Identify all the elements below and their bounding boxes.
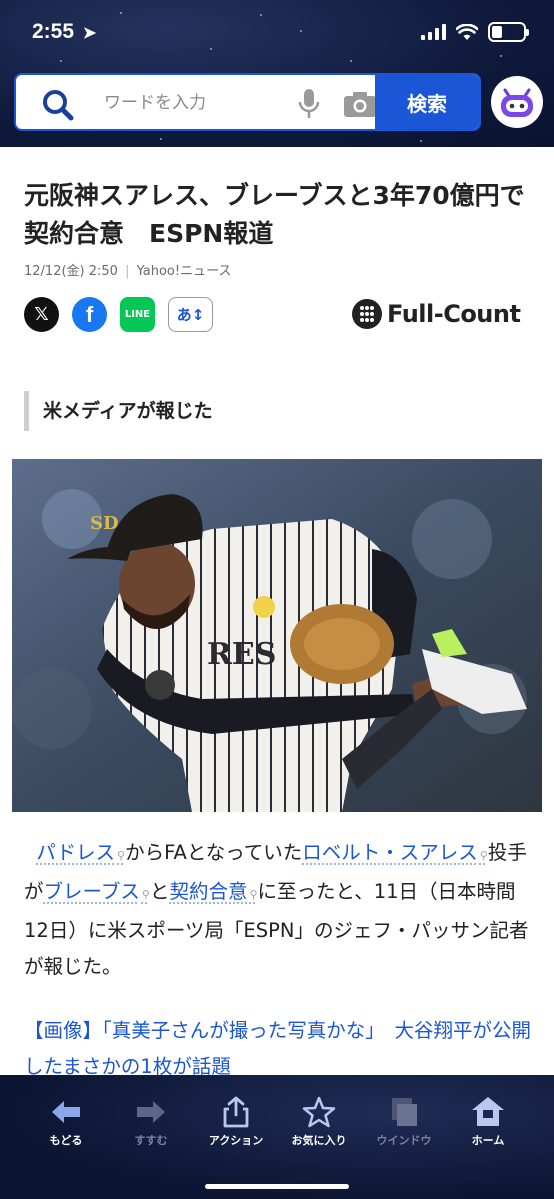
action-button[interactable]: アクション	[196, 1095, 276, 1148]
share-x-button[interactable]: 𝕏	[24, 297, 59, 332]
back-arrow-icon	[52, 1101, 80, 1123]
signal-icon	[421, 24, 446, 40]
action-label: アクション	[208, 1134, 264, 1147]
window-button[interactable]: ウインドウ	[364, 1095, 444, 1148]
microphone-icon[interactable]	[294, 87, 324, 121]
bottom-toolbar: もどる すすむ アクション お気に入り ウインドウ ホーム	[0, 1075, 554, 1199]
star-icon	[302, 1096, 336, 1128]
search-button[interactable]: 検索	[375, 75, 479, 129]
windows-icon	[392, 1098, 417, 1126]
status-time: 2:55 ➤	[32, 20, 97, 43]
article: 元阪神スアレス、ブレーブスと3年70億円で契約合意 ESPN報道 12/12(金…	[0, 147, 554, 1075]
camera-icon[interactable]	[342, 89, 378, 119]
article-body: パドレスからFAとなっていたロベルト・スアレス投手がブレーブスと契約合意に至った…	[24, 835, 534, 985]
favorites-label: お気に入り	[291, 1134, 347, 1147]
assistant-mascot-icon[interactable]	[491, 76, 543, 128]
share-buttons: 𝕏 f LINE あ↕	[24, 297, 213, 332]
full-count-logo-icon	[352, 299, 382, 329]
home-button[interactable]: ホーム	[448, 1095, 528, 1148]
back-label: もどる	[49, 1134, 83, 1147]
article-photo[interactable]: SD RES	[12, 459, 542, 812]
home-label: ホーム	[471, 1134, 505, 1147]
share-facebook-button[interactable]: f	[72, 297, 107, 332]
keyword-link[interactable]: ブレーブス	[44, 880, 150, 903]
svg-text:RES: RES	[207, 637, 276, 672]
article-headline: 元阪神スアレス、ブレーブスと3年70億円で契約合意 ESPN報道	[24, 181, 525, 248]
home-indicator[interactable]	[205, 1184, 349, 1189]
wifi-icon	[456, 23, 478, 40]
search-icon[interactable]	[38, 85, 78, 125]
top-header: 2:55 ➤ 検索	[0, 0, 554, 147]
forward-button[interactable]: すすむ	[111, 1095, 191, 1148]
keyword-link[interactable]: ロベルト・スアレス	[302, 841, 488, 864]
search-input[interactable]	[104, 89, 284, 117]
article-date: 12/12(金) 2:50	[24, 264, 118, 279]
body-text-segment: と	[149, 880, 170, 903]
back-button[interactable]: もどる	[26, 1095, 106, 1148]
body-text-segment: からFAとなっていた	[125, 841, 303, 864]
location-arrow-icon: ➤	[82, 25, 97, 42]
status-icons	[421, 22, 529, 42]
forward-arrow-icon	[137, 1101, 165, 1123]
search-bar: 検索	[14, 73, 481, 131]
publisher-logo[interactable]: Full-Count	[352, 299, 521, 329]
svg-text:SD: SD	[90, 513, 119, 534]
article-meta: 12/12(金) 2:50 | Yahoo!ニュース	[24, 264, 232, 279]
share-action-icon	[223, 1096, 249, 1128]
share-line-button[interactable]: LINE	[120, 297, 155, 332]
forward-label: すすむ	[134, 1134, 168, 1147]
article-subheading: 米メディアが報じた	[24, 391, 213, 431]
related-article-link[interactable]: 【画像】「真美子さんが撮った写真かな」 大谷翔平が公開したまさかの1枚が話題	[24, 1013, 534, 1075]
keyword-link[interactable]: 契約合意	[169, 880, 257, 903]
battery-icon	[488, 22, 529, 42]
article-source: Yahoo!ニュース	[136, 264, 232, 279]
window-label: ウインドウ	[376, 1134, 432, 1147]
favorites-button[interactable]: お気に入り	[279, 1095, 359, 1148]
font-size-button[interactable]: あ↕	[168, 297, 213, 332]
publisher-logo-text: Full-Count	[387, 300, 521, 328]
keyword-link[interactable]: パドレス	[36, 841, 125, 864]
home-icon	[472, 1097, 504, 1126]
